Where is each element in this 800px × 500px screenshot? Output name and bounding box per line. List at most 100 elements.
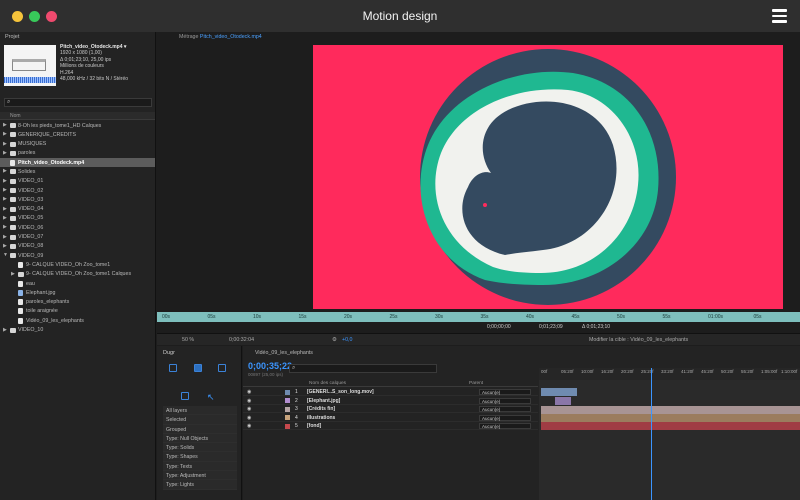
disclosure-triangle-icon[interactable]: ▶	[3, 187, 7, 193]
visibility-eye-icon[interactable]: ◉	[247, 398, 251, 404]
disclosure-triangle-icon[interactable]: ▶	[3, 150, 7, 156]
disclosure-triangle-icon[interactable]: ▶	[3, 196, 7, 202]
project-item[interactable]: ▶ VIDEO_05	[0, 214, 155, 223]
disclosure-triangle-icon[interactable]: ▶	[3, 131, 7, 137]
project-item[interactable]: ▶ paroles	[0, 149, 155, 158]
label-color-swatch[interactable]	[285, 406, 290, 412]
layer-name-column[interactable]: Nom des calques	[309, 381, 346, 386]
dugr-filter-item[interactable]: Type: Lights	[163, 480, 237, 490]
project-item[interactable]: Pitch_video_Otodeck.mp4	[0, 158, 155, 168]
visibility-eye-icon[interactable]: ◉	[247, 415, 251, 421]
disclosure-triangle-icon[interactable]: ▶	[11, 271, 15, 277]
dugr-filter-item[interactable]: Type: Texts	[163, 461, 237, 472]
dugr-filter-item[interactable]: Grouped	[163, 424, 237, 434]
project-item[interactable]: Elephant.jpg	[0, 288, 155, 297]
parent-select[interactable]: Aucun(e)	[479, 423, 531, 429]
layer-search-input[interactable]: ⌕	[289, 364, 437, 373]
project-item[interactable]: ▼ VIDEO_09	[0, 251, 155, 260]
project-item[interactable]: ▶ VIDEO_01	[0, 177, 155, 186]
hamburger-menu-icon[interactable]	[772, 9, 787, 23]
parent-select[interactable]: Aucun(e)	[479, 406, 531, 412]
project-item[interactable]: ▶ VIDEO_03	[0, 195, 155, 204]
project-item[interactable]: toile araignée	[0, 307, 155, 316]
viewer-tab[interactable]: Métrage Pitch_video_Otodeck.mp4	[157, 32, 800, 42]
dugr-select-icon[interactable]	[169, 364, 177, 372]
cursor-arrow-icon[interactable]: ↖	[207, 392, 215, 402]
dugr-filter-item[interactable]: Type: Shapes	[163, 452, 237, 462]
disclosure-triangle-icon[interactable]: ▶	[3, 168, 7, 174]
timeline-current-time[interactable]: 0;00;35;22	[248, 361, 292, 371]
in-point[interactable]: 0;00;00;00	[487, 324, 511, 330]
project-item[interactable]: ▶ VIDEO_10	[0, 326, 155, 335]
track-bar[interactable]	[541, 422, 800, 430]
project-item[interactable]: ▶ Solides	[0, 167, 155, 176]
project-search-input[interactable]: ⌕	[4, 98, 152, 107]
dugr-filter-item[interactable]: Type: Adjustment	[163, 471, 237, 481]
label-color-swatch[interactable]	[285, 398, 290, 403]
disclosure-triangle-icon[interactable]: ▼	[3, 252, 8, 258]
label-color-swatch[interactable]	[285, 423, 290, 429]
disclosure-triangle-icon[interactable]: ▶	[3, 243, 7, 249]
layer-name[interactable]: [GENERI...S_son_long.mov]	[307, 389, 374, 395]
dugr-filter-item[interactable]: Type: Solids	[163, 443, 237, 453]
parent-select[interactable]: Aucun(e)	[479, 414, 531, 421]
layer-name[interactable]: [Elephant.jpg]	[307, 398, 340, 404]
project-item[interactable]: Vidéo_09_les_elephants	[0, 316, 155, 325]
dugr-shy-icon[interactable]	[181, 392, 189, 400]
layer-row[interactable]: ◉ 3 [Crédits fin] Aucun(e)	[243, 405, 538, 414]
parent-column[interactable]: Parent	[469, 381, 483, 386]
track-bar[interactable]	[541, 406, 800, 414]
layer-name[interactable]: illustrations	[307, 415, 335, 421]
project-item[interactable]: ▶ VIDEO_08	[0, 242, 155, 251]
offset-value[interactable]: +0,0	[342, 337, 352, 343]
label-color-swatch[interactable]	[285, 415, 290, 420]
dugr-filter-item[interactable]: Type: Null Objects	[163, 433, 237, 444]
dugr-filter-item[interactable]: Selected	[163, 415, 237, 425]
project-item[interactable]: ▶ VIDEO_04	[0, 205, 155, 214]
project-item[interactable]: ▶ 9- CALQUE VIDEO_Oh Zoo_tome1 Calques	[0, 270, 155, 279]
layer-row[interactable]: ◉ 1 [GENERI...S_son_long.mov] Aucun(e)	[243, 388, 538, 397]
disclosure-triangle-icon[interactable]: ▶	[3, 141, 7, 147]
project-item[interactable]: 9- CALQUE VIDEO_Oh Zoo_tome1	[0, 260, 155, 269]
track-bar[interactable]	[555, 397, 571, 405]
out-point[interactable]: 0;01;23;09	[539, 324, 563, 330]
disclosure-triangle-icon[interactable]: ▶	[3, 122, 7, 128]
current-time[interactable]: 0;00:32:04	[229, 337, 254, 343]
gear-icon[interactable]: ⚙	[332, 337, 337, 343]
layer-row[interactable]: ◉ 5 [fond] Aucun(e)	[243, 422, 538, 431]
dugr-group-icon[interactable]	[194, 364, 202, 372]
layer-row[interactable]: ◉ 2 [Elephant.jpg] Aucun(e)	[243, 397, 538, 405]
visibility-eye-icon[interactable]: ◉	[247, 389, 251, 395]
timeline-tab[interactable]: Vidéo_09_les_elephants	[255, 350, 313, 356]
layer-row[interactable]: ◉ 4 illustrations Aucun(e)	[243, 414, 538, 422]
dugr-filter-item[interactable]: All layers	[163, 406, 237, 416]
label-color-swatch[interactable]	[285, 389, 290, 395]
project-item[interactable]: eau	[0, 279, 155, 288]
disclosure-triangle-icon[interactable]: ▶	[3, 224, 7, 230]
disclosure-triangle-icon[interactable]: ▶	[3, 327, 7, 333]
layer-name[interactable]: [fond]	[307, 423, 321, 429]
project-item[interactable]: ▶ MUSIQUES	[0, 140, 155, 149]
visibility-eye-icon[interactable]: ◉	[247, 406, 251, 412]
visibility-eye-icon[interactable]: ◉	[247, 423, 251, 429]
dugr-expand-icon[interactable]	[218, 364, 226, 372]
layer-name[interactable]: [Crédits fin]	[307, 406, 335, 412]
disclosure-triangle-icon[interactable]: ▶	[3, 206, 7, 212]
track-bar[interactable]	[541, 388, 577, 396]
disclosure-triangle-icon[interactable]: ▶	[3, 178, 7, 184]
project-column-header[interactable]: Nom	[0, 112, 155, 120]
project-item[interactable]: ▶ VIDEO_02	[0, 186, 155, 195]
disclosure-triangle-icon[interactable]: ▶	[3, 215, 7, 221]
parent-select[interactable]: Aucun(e)	[479, 389, 531, 395]
playhead[interactable]	[651, 368, 652, 500]
project-item[interactable]: ▶ VIDEO_07	[0, 233, 155, 242]
project-item[interactable]: paroles_elephants	[0, 298, 155, 307]
disclosure-triangle-icon[interactable]: ▶	[3, 234, 7, 240]
track-bar[interactable]	[541, 414, 800, 422]
project-item[interactable]: ▶ GENERIQUE_CREDITS	[0, 130, 155, 139]
project-item[interactable]: ▶ 8-Oh les pieds_tome1_HD Calques	[0, 121, 155, 130]
zoom-select[interactable]: 50 %	[182, 337, 194, 343]
viewer-time-ruler[interactable]: 00s 05s 10s 15s 20s 25s 30s 35s 40s 45s 50s 55s 01:0…	[157, 312, 800, 322]
timeline-ruler[interactable]: 00f 05:20f 10:00f 16:20f 20:20f 25:20f 33:20f 4…	[539, 368, 800, 380]
project-item[interactable]: ▶ VIDEO_06	[0, 223, 155, 232]
